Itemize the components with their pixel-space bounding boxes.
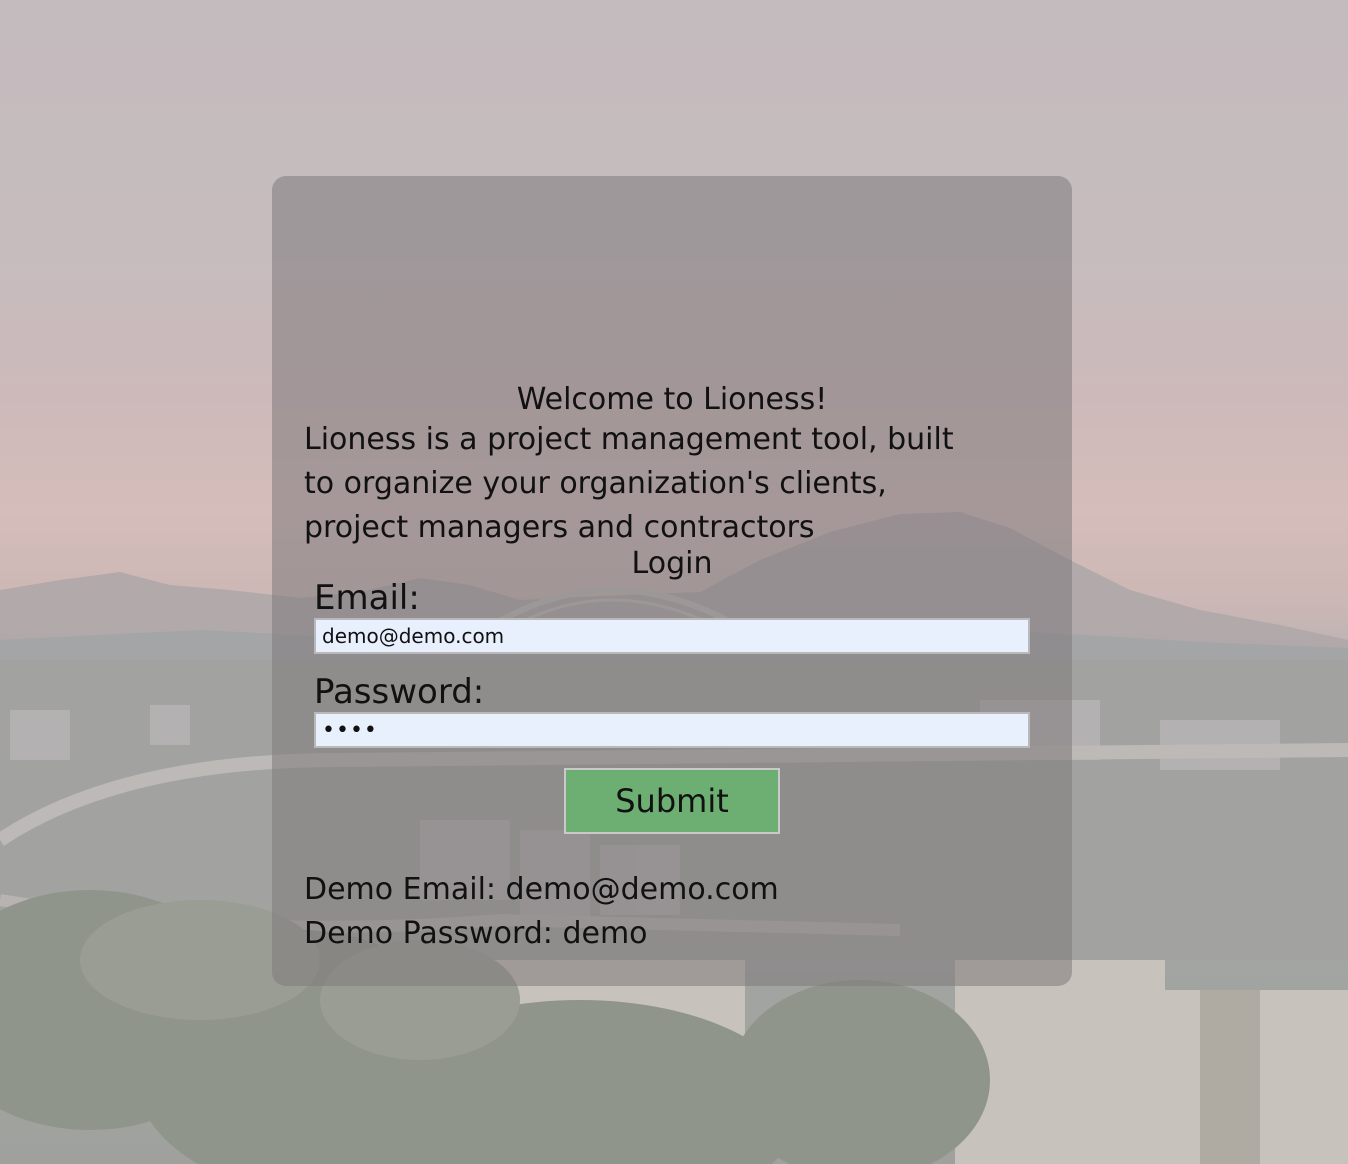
password-label: Password: [314,672,485,712]
login-heading: Login [631,546,713,581]
login-card: Welcome to Lioness! Lioness is a project… [272,176,1072,986]
demo-password-text: Demo Password: demo [304,916,648,951]
password-input[interactable] [314,712,1030,748]
demo-email-text: Demo Email: demo@demo.com [304,872,779,907]
email-label: Email: [314,578,420,618]
welcome-heading: Welcome to Lioness! [516,382,828,417]
intro-text: Lioness is a project management tool, bu… [304,422,954,545]
submit-button[interactable]: Submit [564,768,780,834]
email-input[interactable] [314,618,1030,654]
